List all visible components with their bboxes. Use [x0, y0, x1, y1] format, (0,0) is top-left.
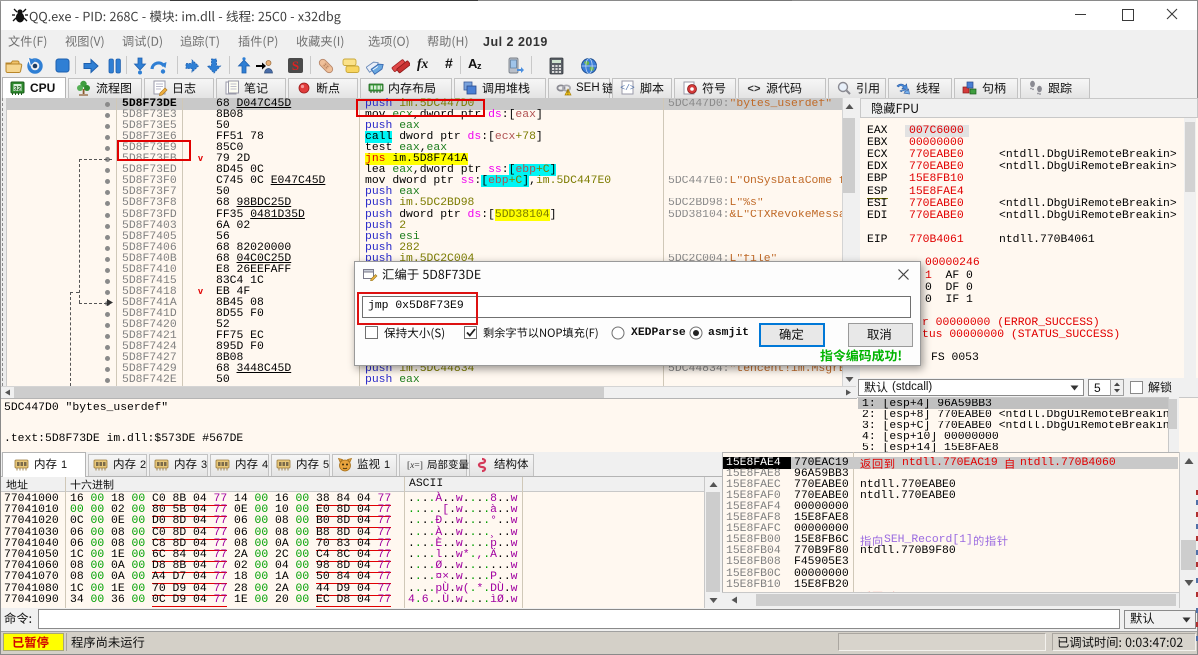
- svg-text:32: 32: [14, 86, 22, 93]
- svg-text:<>: <>: [747, 84, 761, 96]
- svg-text:</>: </>: [620, 84, 635, 93]
- svg-text:S: S: [292, 58, 299, 73]
